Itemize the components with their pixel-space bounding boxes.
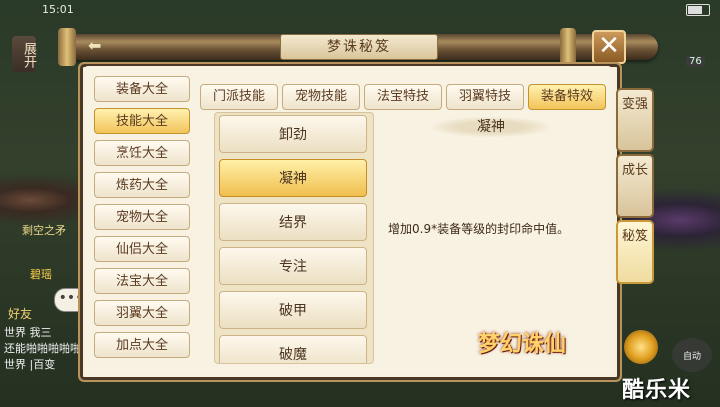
chat-line: 还能啪啪啪啪啪 (4, 342, 81, 355)
emblem-icon[interactable] (624, 330, 658, 364)
category-cooking[interactable]: 烹饪大全 (94, 140, 190, 166)
category-skills[interactable]: 技能大全 (94, 108, 190, 134)
category-attributes[interactable]: 加点大全 (94, 332, 190, 358)
category-companions[interactable]: 仙侣大全 (94, 236, 190, 262)
category-artifacts[interactable]: 法宝大全 (94, 268, 190, 294)
skill-item[interactable]: 破甲 (219, 291, 367, 329)
skill-item[interactable]: 卸劲 (219, 115, 367, 153)
character-name-1: 剩空之矛 (22, 224, 66, 237)
scroll-end-right (560, 28, 576, 66)
side-tab-secret-guide[interactable]: 秘笈 (616, 220, 654, 284)
auto-label: 自动 (682, 352, 701, 362)
tab-equipment-effects[interactable]: 装备特效 (528, 84, 606, 110)
clock-text: 15:01 (42, 3, 74, 16)
close-button[interactable]: ✕ (592, 30, 626, 64)
battery-icon (686, 4, 710, 16)
skill-item[interactable]: 结界 (219, 203, 367, 241)
category-alchemy[interactable]: 炼药大全 (94, 172, 190, 198)
game-logo: 梦幻诛仙 (478, 331, 567, 357)
character-name-2: 碧瑶 (30, 268, 52, 281)
skill-item[interactable]: 专注 (219, 247, 367, 285)
skill-item-selected[interactable]: 凝神 (219, 159, 367, 197)
skill-detail-name: 凝神 (432, 117, 550, 137)
friend-label[interactable]: 好友 (8, 305, 32, 322)
level-badge: 76 (686, 56, 705, 67)
skill-detail-description: 增加0.9*装备等级的封印命中值。 (388, 222, 570, 236)
back-arrow-icon[interactable]: ⬅ (88, 38, 128, 54)
expand-button[interactable]: 展开 (12, 36, 36, 72)
tab-wing-skills[interactable]: 羽翼特技 (446, 84, 524, 110)
skill-item[interactable]: 破魔 (219, 335, 367, 363)
skill-list[interactable]: 卸劲 凝神 结界 专注 破甲 破魔 (214, 112, 374, 364)
tab-artifact-skills[interactable]: 法宝特技 (364, 84, 442, 110)
tab-sect-skills[interactable]: 门派技能 (200, 84, 278, 110)
category-wings[interactable]: 羽翼大全 (94, 300, 190, 326)
category-pets[interactable]: 宠物大全 (94, 204, 190, 230)
auto-button[interactable]: 自动 (672, 338, 712, 372)
tab-pet-skills[interactable]: 宠物技能 (282, 84, 360, 110)
chat-line: 世界 |百变 (4, 358, 56, 371)
scroll-end-left (58, 28, 76, 66)
category-equipment[interactable]: 装备大全 (94, 76, 190, 102)
chat-line: 世界 我三 (4, 326, 52, 339)
side-tab-strengthen[interactable]: 变强 (616, 88, 654, 152)
dialog-title: 梦诛秘笈 (280, 34, 438, 60)
watermark: 酷乐米 (622, 378, 692, 403)
side-tab-growth[interactable]: 成长 (616, 154, 654, 218)
status-bar: 15:01 (0, 0, 720, 18)
